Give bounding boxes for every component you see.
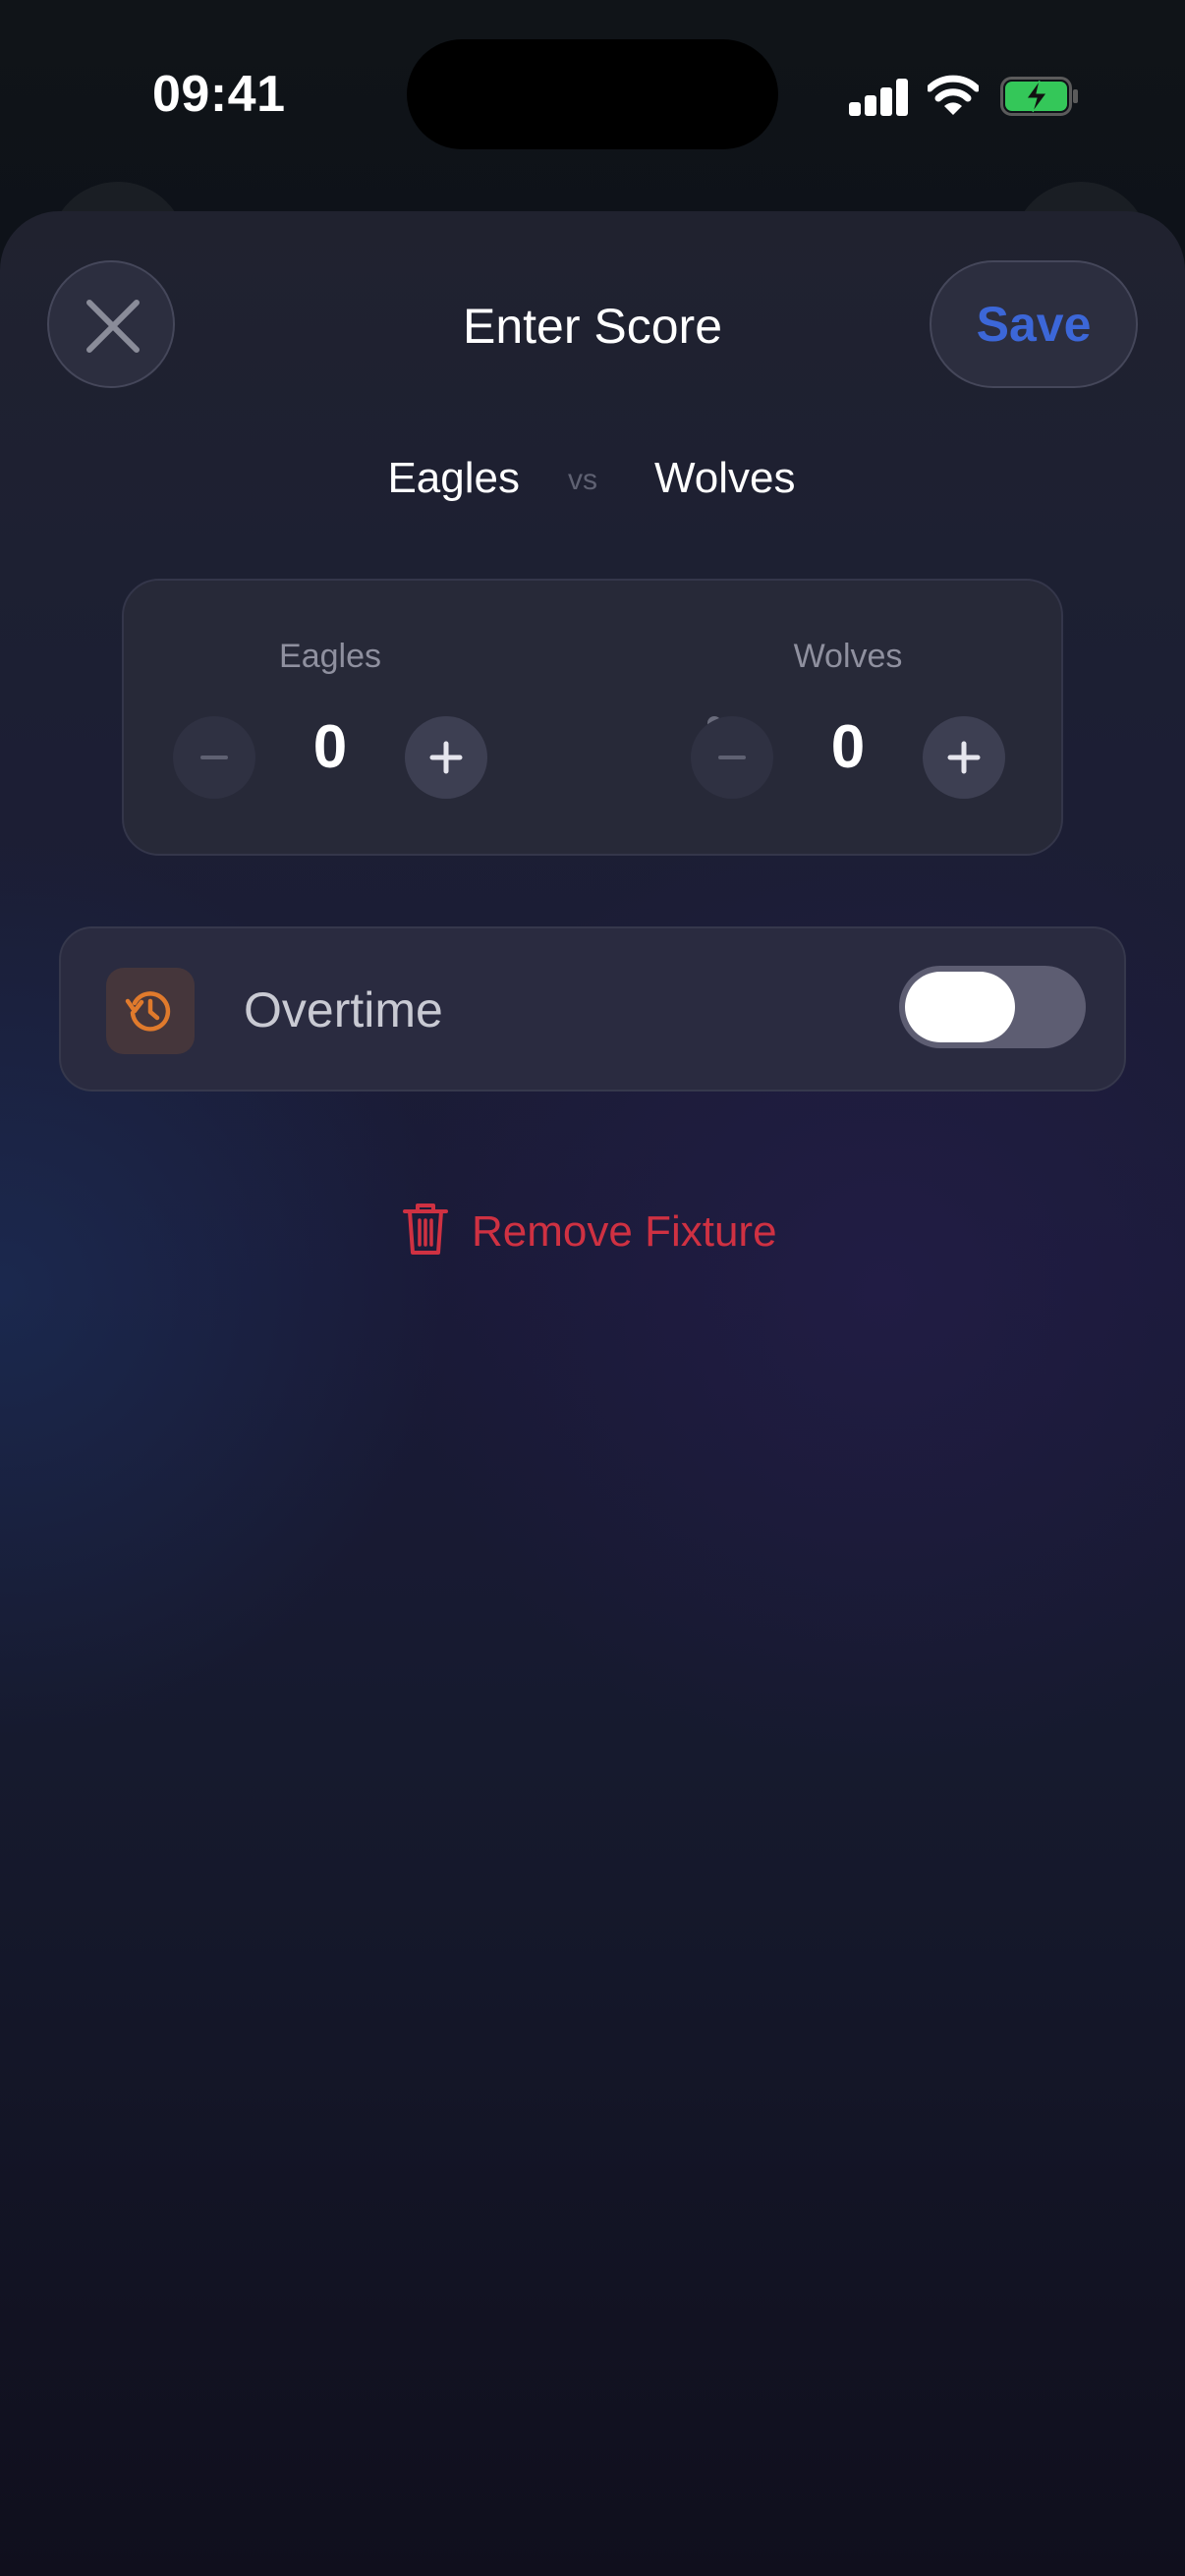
plus-icon — [947, 741, 981, 774]
minus-icon — [718, 756, 746, 759]
dynamic-island — [407, 39, 778, 149]
wifi-icon — [926, 75, 981, 116]
status-bar: 09:41 — [0, 0, 1185, 196]
overtime-toggle[interactable] — [899, 966, 1086, 1048]
status-time: 09:41 — [152, 66, 286, 123]
score-card: Eagles 0 Wolves 0 — [122, 579, 1063, 856]
home-team-name: Eagles — [279, 638, 381, 675]
cellular-signal-icon — [849, 79, 908, 116]
overtime-row[interactable]: Overtime — [59, 926, 1126, 1092]
history-clock-icon — [125, 991, 171, 1032]
remove-fixture-label: Remove Fixture — [472, 1207, 777, 1256]
away-increment-button[interactable] — [923, 716, 1005, 799]
remove-fixture-button[interactable]: Remove Fixture — [397, 1196, 810, 1274]
away-decrement-button[interactable] — [691, 716, 773, 799]
matchup-vs: vs — [568, 464, 597, 496]
battery-charging-icon — [1000, 77, 1079, 116]
overtime-icon-container — [106, 968, 195, 1054]
home-increment-button[interactable] — [405, 716, 487, 799]
toggle-knob — [905, 972, 1015, 1042]
away-score-column: Wolves 0 — [691, 581, 1005, 856]
matchup-away-team: Wolves — [654, 454, 796, 502]
plus-icon — [429, 741, 463, 774]
overtime-label: Overtime — [244, 982, 443, 1037]
away-score-value: 0 — [830, 713, 866, 781]
home-score-value: 0 — [312, 713, 348, 781]
home-score-column: Eagles 0 — [173, 581, 487, 856]
home-decrement-button[interactable] — [173, 716, 255, 799]
matchup-header: Eagles vs Wolves — [0, 454, 1185, 513]
away-team-name: Wolves — [793, 638, 903, 675]
enter-score-sheet: Enter Score Save Eagles vs Wolves Eagles… — [0, 211, 1185, 2576]
save-button[interactable]: Save — [930, 260, 1138, 388]
minus-icon — [200, 756, 228, 759]
trash-icon — [403, 1204, 448, 1255]
matchup-home-team: Eagles — [387, 454, 520, 502]
